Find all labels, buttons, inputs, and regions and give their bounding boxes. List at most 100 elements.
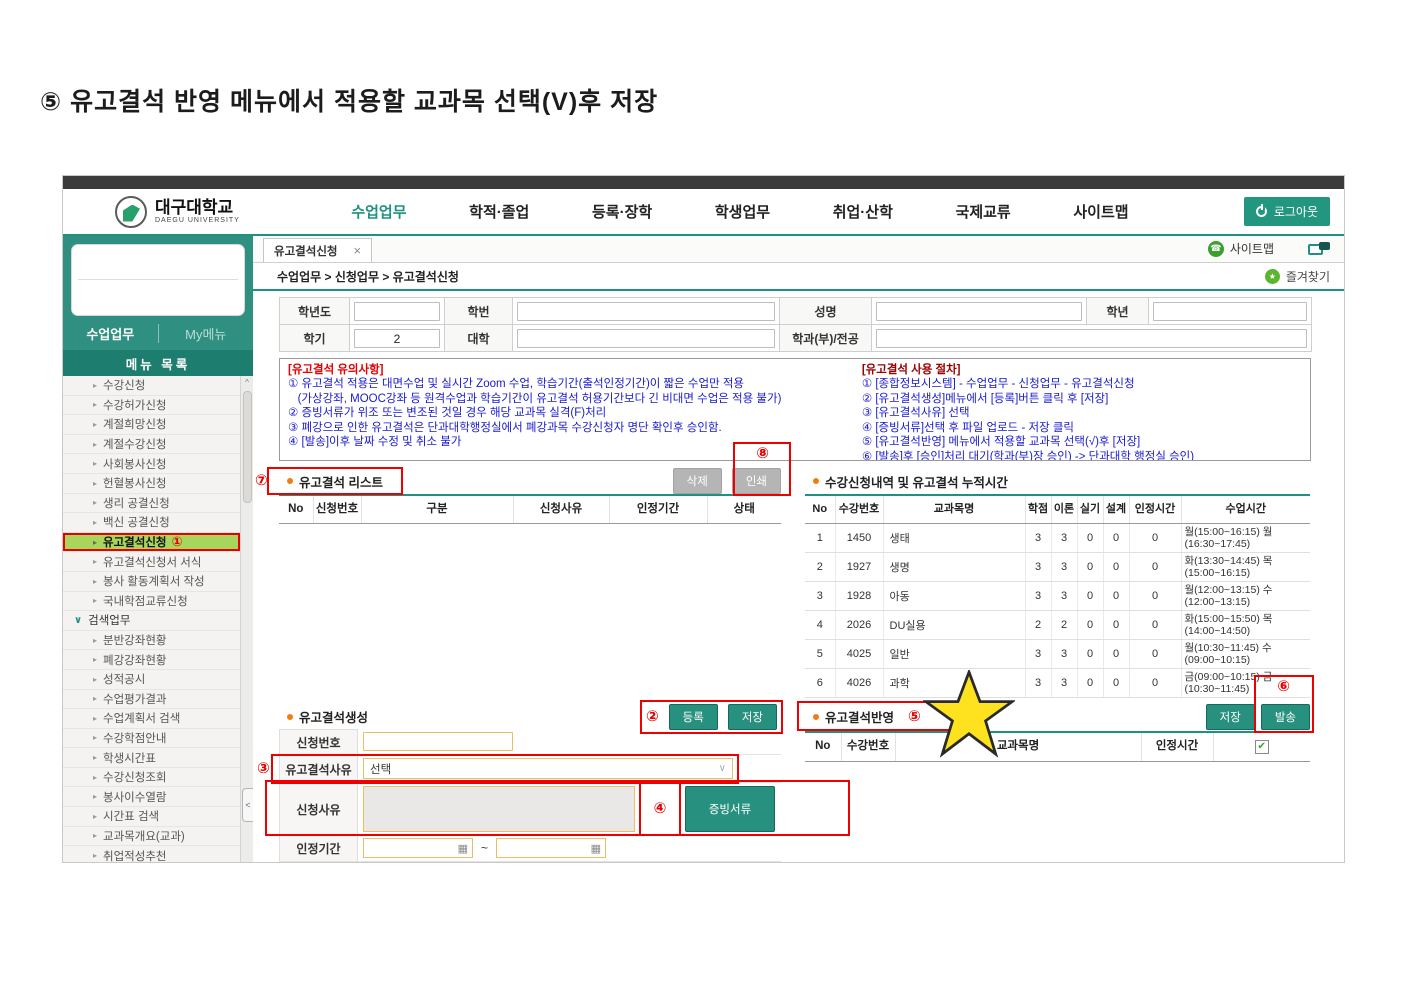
- nav-item[interactable]: 취업·산학: [833, 201, 893, 222]
- tab-strip: 유고결석신청 × ☎ 사이트맵: [253, 236, 1344, 263]
- sidebar-menu-item[interactable]: ▸ 유고결석신청 ①: [63, 532, 240, 553]
- notice-line: ③ 폐강으로 인한 유고결석은 단과대학행정실에서 폐강과목 수강신청자 명단 …: [288, 421, 722, 434]
- name-input[interactable]: [876, 301, 1082, 321]
- absence-create-title: 유고결석생성: [299, 711, 369, 725]
- course-row: 1 1450 생태 3 3 0 0 0 월(15:00~16:15) 월(16:: [805, 523, 1310, 553]
- step-5-annotation: ⑤: [908, 708, 921, 725]
- item-arrow-icon: ▸: [93, 596, 98, 606]
- select-all-checkbox[interactable]: ✔: [1254, 739, 1269, 754]
- favorite-link[interactable]: ★ 즐겨찾기: [1264, 268, 1330, 285]
- semester-input[interactable]: 2: [354, 328, 440, 348]
- course-row: 3 1928 아동 3 3 0 0 0 월(12:00~13:15) 수(12:: [805, 581, 1310, 611]
- sidebar-menu: ▸ 수강신청 ▸ 수강허가신청 ▸ 계절희망신청 ▸ 계절수강신청 ▸ 사회봉사…: [63, 376, 240, 862]
- calendar-icon[interactable]: ▦: [591, 842, 601, 855]
- sidebar-menu-item[interactable]: ▸ 분반강좌현황: [63, 630, 240, 651]
- sidebar-menu-item[interactable]: ▸ 수강신청: [63, 376, 240, 396]
- courses-header-row: No 수강번호 교과목명 학점 이론 실기 설계 인정시간 수업시간: [805, 494, 1310, 524]
- sitemap-link[interactable]: ☎ 사이트맵: [1207, 240, 1274, 257]
- sidebar-menu-item[interactable]: ▸ 수강신청조회: [63, 767, 240, 788]
- send-button[interactable]: 발송: [1260, 703, 1310, 730]
- nav-item[interactable]: 수업업무: [351, 201, 406, 222]
- nav-item[interactable]: 국제교류: [956, 201, 1011, 222]
- notice-line: ④ [발송]이후 날짜 수정 및 취소 불가: [288, 436, 462, 449]
- nav-item[interactable]: 등록·장학: [592, 201, 652, 222]
- sidebar-menu-item[interactable]: ▸ 계절수강신청: [63, 434, 240, 455]
- sidebar-item-label: 유고결석신청서 서식: [103, 556, 202, 569]
- sidebar-menu-item[interactable]: ▸ 국내학점교류신청: [63, 591, 240, 612]
- print-button[interactable]: 인쇄: [731, 468, 781, 494]
- sidebar-menu-item[interactable]: ▸ 백신 공결신청: [63, 513, 240, 533]
- sidebar-menu-item[interactable]: ▸ 수업평가결과: [63, 689, 240, 710]
- nav-item[interactable]: 사이트맵: [1073, 201, 1128, 222]
- sidebar-menu-item[interactable]: ▸ 계절희망신청: [63, 415, 240, 435]
- item-arrow-icon: ▸: [93, 655, 98, 665]
- nav-item[interactable]: 학생업무: [715, 201, 770, 222]
- major-input[interactable]: [876, 328, 1307, 348]
- sidebar-menu-item[interactable]: ▸ 수업계획서 검색: [63, 709, 240, 729]
- sidebar-menu-item[interactable]: ∨ 검색업무: [63, 611, 240, 631]
- tab-close-icon[interactable]: ×: [353, 243, 361, 258]
- profile-card: [71, 244, 245, 316]
- tab-absence-application[interactable]: 유고결석신청 ×: [263, 238, 373, 262]
- sidebar-menu-item[interactable]: ▸ 유고결석신청서 서식: [63, 552, 240, 572]
- sidebar-menu-item[interactable]: ▸ 수강학점안내: [63, 728, 240, 749]
- notice-procedure: [유고결석 사용 절차] ① [종합정보시스템] - 수업업무 - 신청업무 -…: [856, 363, 1302, 460]
- step-2-annotation: ②: [645, 708, 659, 725]
- grade-input[interactable]: [1153, 301, 1307, 321]
- register-button[interactable]: 등록: [668, 703, 718, 730]
- absence-list-table: No 신청번호 구분 신청사유 인정기간 상태: [279, 493, 781, 524]
- notice-box: [유고결석 유의사항] ① 유고결석 적용은 대면수업 및 실시간 Zoom 수…: [279, 358, 1311, 461]
- sidebar-menu-item[interactable]: ▸ 봉사 활동계획서 작성: [63, 571, 240, 592]
- sidebar-collapse-handle[interactable]: <: [242, 788, 253, 822]
- sidebar-menu-item[interactable]: ▸ 폐강강좌현황: [63, 650, 240, 670]
- procedure-title: [유고결석 사용 절차]: [861, 364, 961, 376]
- sidebar-menu-item[interactable]: ▸ 시간표 검색: [63, 807, 240, 827]
- popup-window-icon[interactable]: [1308, 241, 1330, 256]
- item-arrow-icon: ▸: [93, 635, 98, 645]
- sidebar-item-label: 계절희망신청: [103, 419, 167, 432]
- scrollbar-thumb[interactable]: [242, 391, 252, 503]
- sidebar-menu-item[interactable]: ▸ 취업적성추천: [63, 846, 240, 862]
- item-arrow-icon: ▸: [93, 713, 98, 723]
- sidebar-menu-item[interactable]: ▸ 수강허가신청: [63, 395, 240, 416]
- scroll-up-icon[interactable]: ^: [245, 376, 249, 389]
- year-input[interactable]: [354, 301, 440, 321]
- create-save-button[interactable]: 저장: [727, 703, 777, 730]
- application-number-input[interactable]: [363, 732, 513, 751]
- period-start-input[interactable]: ▦: [363, 838, 473, 858]
- item-arrow-icon: ▸: [93, 419, 98, 429]
- calendar-icon[interactable]: ▦: [458, 842, 468, 855]
- absence-create-section: 유고결석생성 ② 등록 저장 신청번호 ③ 유고결석사유 선택 ∨ 신청사유 ④…: [257, 699, 850, 862]
- nav-item[interactable]: 학적·졸업: [469, 201, 529, 222]
- logout-button[interactable]: 로그아웃: [1243, 197, 1330, 226]
- student-id-input[interactable]: [517, 301, 775, 321]
- courses-section: 수강신청내역 및 유고결석 누적시간 No 수강번호 교과목명 학점 이론 실기…: [805, 469, 1310, 698]
- college-input[interactable]: [517, 328, 775, 348]
- section-bullet-icon: [287, 713, 293, 720]
- item-arrow-icon: ▸: [93, 753, 98, 763]
- sidebar-menu-item[interactable]: ▸ 사회봉사신청: [63, 454, 240, 474]
- sidebar-tab-classwork[interactable]: 수업업무: [63, 324, 158, 343]
- sidebar-menu-item[interactable]: ▸ 헌혈봉사신청: [63, 473, 240, 494]
- sidebar-menu-item[interactable]: ▸ 봉사이수열람: [63, 787, 240, 808]
- major-label: 학과(부)/전공: [779, 324, 872, 352]
- sidebar-item-label: 수강신청: [103, 380, 146, 393]
- course-row: 4 2026 DU실용 2 2 0 0 0 화(15:00~15:50) 목(1: [805, 610, 1310, 640]
- sidebar-menu-item[interactable]: ▸ 생리 공결신청: [63, 493, 240, 514]
- star-decoration: [923, 670, 1015, 758]
- absence-reason-select[interactable]: 선택 ∨: [363, 758, 733, 779]
- university-logo[interactable]: 대구대학교 DAEGU UNIVERSITY: [115, 195, 320, 228]
- sidebar-menu-item[interactable]: ▸ 교과목개요(교과): [63, 826, 240, 847]
- sidebar-item-label: 봉사이수열람: [103, 791, 167, 804]
- sidebar-menu-item[interactable]: ▸ 학생시간표: [63, 748, 240, 768]
- notice-line: (가상강좌, MOOC강좌 등 원격수업과 학습기간이 유고결석 허용기간보다 …: [288, 392, 782, 405]
- sidebar-menu-item[interactable]: ▸ 성적공시: [63, 669, 240, 690]
- delete-button[interactable]: 삭제: [672, 468, 722, 494]
- apply-save-button[interactable]: 저장: [1205, 703, 1255, 730]
- selected-option: 선택: [370, 763, 392, 776]
- period-end-input[interactable]: ▦: [496, 838, 607, 858]
- sidebar-tab-mymenu[interactable]: My메뉴: [157, 323, 254, 343]
- application-reason-input[interactable]: [363, 785, 635, 832]
- sidebar-item-label: 수업평가결과: [103, 693, 167, 706]
- evidence-button[interactable]: 증빙서류: [685, 785, 775, 832]
